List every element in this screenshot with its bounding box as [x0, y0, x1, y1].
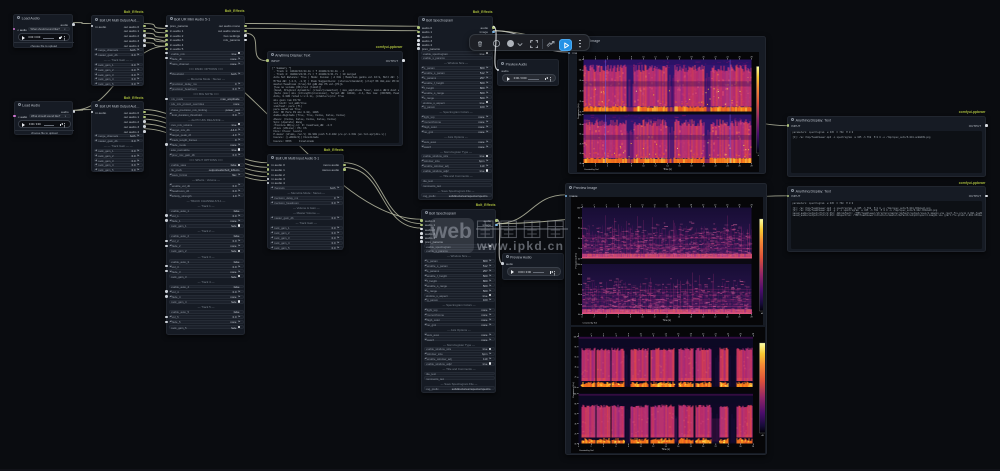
svg-text:dB: dB — [761, 313, 763, 315]
svg-text:6k: 6k — [575, 413, 577, 415]
svg-text:4k: 4k — [578, 294, 580, 296]
svg-text:Time (s): Time (s) — [662, 449, 671, 451]
svg-text:Created by Sol: Created by Sol — [579, 449, 594, 452]
svg-text:10k: 10k — [578, 59, 581, 61]
svg-text:4k: 4k — [580, 91, 582, 93]
svg-text:Created by Sol: Created by Sol — [584, 168, 599, 171]
svg-text:Time (s): Time (s) — [663, 169, 672, 171]
svg-text:Frequency (Hz): Frequency (Hz) — [572, 382, 575, 397]
svg-text:0k: 0k — [580, 111, 582, 113]
svg-text:4k: 4k — [580, 143, 582, 145]
svg-text:2k: 2k — [580, 101, 582, 103]
svg-text:4k: 4k — [578, 238, 580, 240]
svg-text:10k: 10k — [577, 207, 580, 209]
svg-text:Time (s): Time (s) — [663, 320, 672, 322]
svg-text:Frequency (Hz): Frequency (Hz) — [577, 103, 580, 118]
svg-text:8k: 8k — [578, 218, 580, 220]
svg-text:0k: 0k — [575, 443, 577, 445]
svg-text:Frequency (Hz): Frequency (Hz) — [574, 253, 577, 268]
svg-text:6k: 6k — [580, 80, 582, 82]
svg-text:8k: 8k — [580, 70, 582, 72]
svg-text:0k: 0k — [578, 314, 580, 316]
svg-text:8k: 8k — [575, 403, 577, 405]
svg-text:4k: 4k — [575, 423, 577, 425]
svg-text:2k: 2k — [578, 304, 580, 306]
svg-text:8k: 8k — [580, 124, 582, 126]
svg-text:6k: 6k — [578, 228, 580, 230]
svg-text:4k: 4k — [575, 367, 577, 369]
svg-text:8k: 8k — [575, 346, 577, 348]
svg-text:6k: 6k — [578, 284, 580, 286]
svg-text:8k: 8k — [578, 274, 580, 276]
svg-text:2k: 2k — [575, 377, 577, 379]
svg-text:2k: 2k — [580, 153, 582, 155]
svg-text:10k: 10k — [577, 264, 580, 266]
svg-text:dB: dB — [758, 155, 759, 157]
svg-text:10k: 10k — [573, 336, 576, 338]
svg-text:0k: 0k — [580, 163, 582, 165]
svg-text:6k: 6k — [575, 357, 577, 359]
svg-text:0k: 0k — [578, 258, 580, 260]
svg-text:Created by Sol: Created by Sol — [583, 322, 598, 325]
svg-text:6k: 6k — [580, 134, 582, 136]
svg-text:2k: 2k — [575, 433, 577, 435]
svg-text:2k: 2k — [578, 248, 580, 250]
